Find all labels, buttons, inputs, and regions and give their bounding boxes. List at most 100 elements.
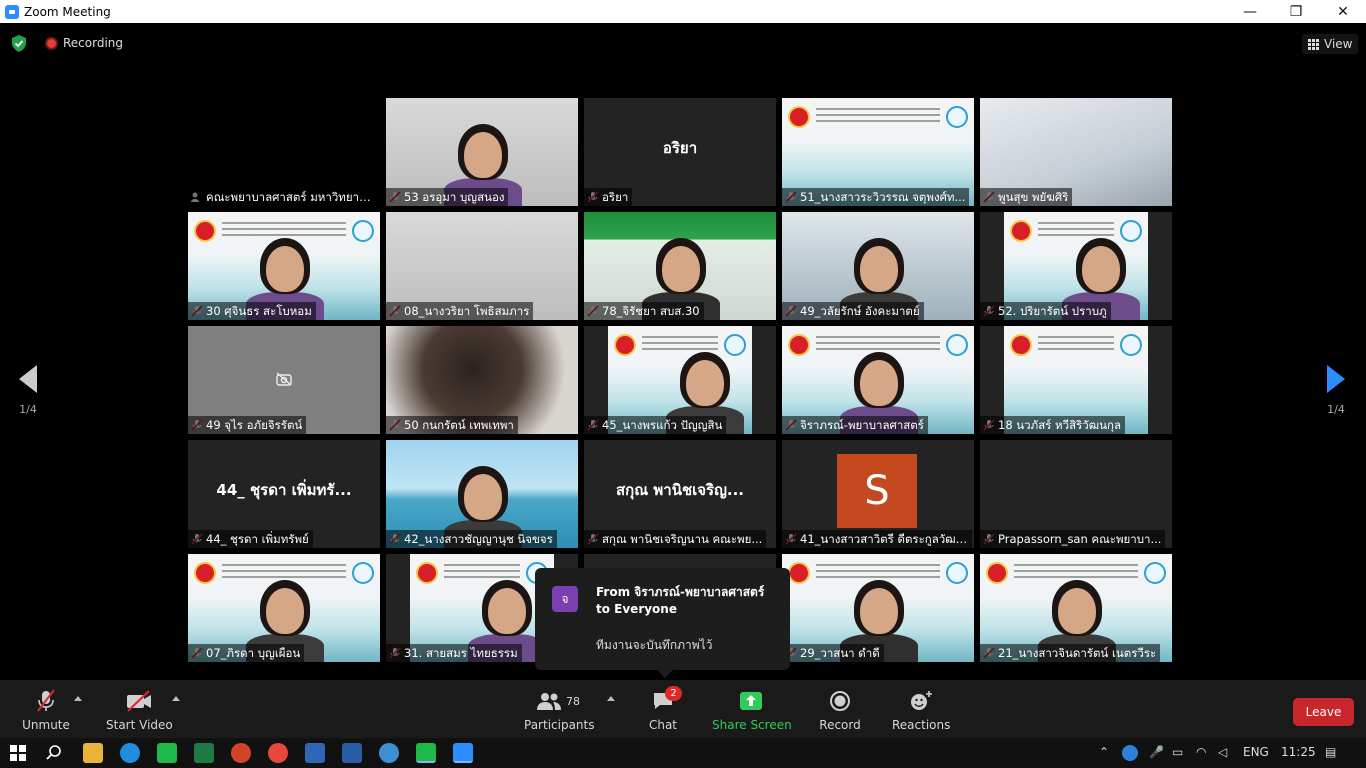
participant-tile[interactable]: 78_จิรัชยา สบส.30 [584,212,776,320]
page-indicator-left: 1/4 [19,403,37,416]
participant-tile[interactable]: 51_นางสาวระวิวรรณ จตุพงศ์ท... [782,98,974,206]
participants-button[interactable]: 78 Participants [524,688,595,734]
participant-tile[interactable]: คณะพยาบาลศาสตร์ มหาวิทยาลั... [188,98,380,206]
participant-tile[interactable]: 49_วลัยรักษ์ อังคะมาตย์ [782,212,974,320]
powerpoint-icon[interactable] [231,743,251,763]
start-video-label: Start Video [106,718,173,732]
participant-tile[interactable]: 30 ศุจินธร สะโบหอม [188,212,380,320]
logo-icon [1010,220,1032,242]
share-screen-icon [740,692,762,710]
participant-name-label: อริยา [584,188,633,206]
participant-tile[interactable]: สกุณ พานิชเจริญ... สกุณ พานิชเจริญนาน คณะ… [584,440,776,548]
prev-page-nav[interactable]: 1/4 [17,365,39,416]
search-icon[interactable] [46,745,62,761]
participant-tile[interactable]: 44_ ชุรดา เพิ่มทรั... 44_ ชุรดา เพิ่มทรัพ… [188,440,380,548]
participant-tile[interactable]: 08_นางวริยา โพธิสมภาร [386,212,578,320]
recording-label: Recording [63,36,124,50]
person-face [662,246,700,292]
participant-tile[interactable]: 52. ปริยารัตน์ ปราบภู [980,212,1172,320]
volume-icon[interactable]: ◁ [1218,745,1227,759]
chat-label: Chat [648,718,678,732]
share-screen-button[interactable]: Share Screen [712,688,792,734]
reactions-label: Reactions [892,718,951,732]
participant-tile[interactable]: 29_วาสนา ดำดี [782,554,974,662]
participant-name-label: 78_จิรัชยา สบส.30 [584,302,704,320]
word-icon[interactable] [342,743,362,763]
participants-options-caret[interactable] [607,696,615,701]
chevron-left-icon[interactable] [19,365,37,393]
close-button[interactable]: ✕ [1320,0,1366,23]
participants-label: Participants [524,718,595,732]
chevron-right-icon[interactable] [1327,365,1345,393]
wifi-icon[interactable]: ◠ [1196,745,1206,759]
battery-icon[interactable]: ▭ [1172,745,1183,759]
poster-text-line [1038,234,1114,236]
participant-avatar: S [837,454,917,528]
participant-tile[interactable]: 21_นางสาวจินดารัตน์ เนตรวีระ [980,554,1172,662]
participant-tile[interactable]: 49 จุไร อภัยจิรรัตน์ [188,326,380,434]
participant-tile[interactable]: 45_นางพรแก้ว ปัญญสิน [584,326,776,434]
participant-name-label: Prapassorn_san คณะพยาบา... [980,530,1166,548]
participants-count: 78 [566,694,580,708]
participant-name-label: 52. ปริยารัตน์ ปราบภู [980,302,1111,320]
minimize-button[interactable]: — [1227,0,1273,23]
outlook-icon[interactable] [305,743,325,763]
participant-tile[interactable]: 50 กนกรัตน์ เทพเทพา [386,326,578,434]
logo-icon [1120,334,1142,356]
line-app-icon[interactable] [157,743,177,763]
participant-tile[interactable]: อริยา อริยา [584,98,776,206]
leave-button[interactable]: Leave [1293,698,1354,726]
app-icon[interactable] [379,743,399,763]
title-bar: Zoom Meeting — ❐ ✕ [0,0,1366,23]
record-button[interactable]: Record [816,688,864,734]
poster-text-line [222,228,346,230]
mic-tray-icon[interactable]: 🎤 [1149,745,1164,759]
onedrive-icon[interactable] [1122,745,1138,761]
poster-text-line [816,336,940,338]
participant-name-label: 31. สายสมร ไทยธรรม [386,644,522,662]
chrome-icon[interactable] [268,743,288,763]
excel-icon[interactable] [194,743,214,763]
poster-text-line [642,348,718,350]
participant-tile[interactable]: 53 อรอุมา บุญสนอง [386,98,578,206]
file-explorer-icon[interactable] [83,743,103,763]
notification-icon[interactable]: ▤ [1325,745,1336,759]
share-screen-label: Share Screen [712,718,792,732]
maximize-button[interactable]: ❐ [1273,0,1319,23]
participant-tile[interactable]: S 41_นางสาวสาวิตรี ดีตระกูลวัฒน... [782,440,974,548]
start-video-button[interactable]: Start Video [106,688,173,734]
chat-notification-popup[interactable]: จ From จิราภรณ์-พยาบาลศาสตร์ to Everyone… [535,568,790,678]
participant-tile[interactable]: 42_นางสาวชัญญานุช นิจขจร [386,440,578,548]
shield-icon[interactable] [11,35,27,52]
next-page-nav[interactable]: 1/4 [1325,365,1347,416]
logo-icon [194,220,216,242]
unmute-button[interactable]: Unmute [22,688,70,734]
language-indicator[interactable]: ENG [1243,745,1269,759]
participant-tile[interactable]: 18 นวภัสร์ หวีสิริวัฒนกุล [980,326,1172,434]
participant-tile[interactable]: จิราภรณ์-พยาบาลศาสตร์ [782,326,974,434]
participant-tile[interactable]: 07_ภิรดา บุญเผือน [188,554,380,662]
tray-chevron-up-icon[interactable]: ⌃ [1099,745,1109,759]
person-face [1082,246,1120,292]
poster-text-line [222,234,346,236]
participant-name-label: 51_นางสาวระวิวรรณ จตุพงศ์ท... [782,188,970,206]
participant-tile[interactable]: Prapassorn_san คณะพยาบา... [980,440,1172,548]
zoom-taskbar-icon[interactable] [453,743,473,763]
logo-icon [788,562,810,584]
person-face [266,588,304,634]
windows-taskbar: ⌃ 🎤 ▭ ◠ ◁ ENG 11:25 ▤ [0,738,1366,768]
line-active-icon[interactable] [416,743,436,763]
person-face [860,588,898,634]
reactions-button[interactable]: Reactions [892,688,950,734]
view-button[interactable]: View [1302,34,1358,54]
clock[interactable]: 11:25 [1281,745,1316,759]
participant-tile[interactable]: พูนสุข พยัฆศิริ [980,98,1172,206]
edge-browser-icon[interactable] [120,743,140,763]
participant-name-label: 42_นางสาวชัญญานุช นิจขจร [386,530,557,548]
video-options-caret[interactable] [172,696,180,701]
recording-indicator[interactable]: Recording [45,36,123,50]
view-label: View [1324,37,1353,51]
logo-icon [1120,220,1142,242]
audio-options-caret[interactable] [74,696,82,701]
windows-start-icon[interactable] [10,745,26,761]
